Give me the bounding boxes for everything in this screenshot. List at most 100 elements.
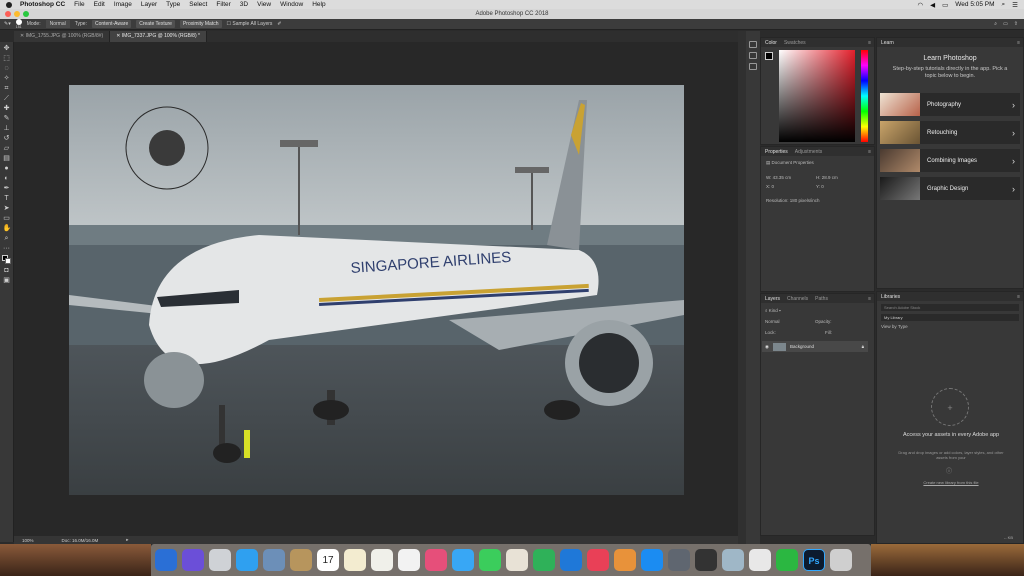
width-value[interactable]: W: 43.35 cm [766, 175, 791, 180]
blend-mode-select[interactable]: Normal [765, 319, 780, 324]
panel-menu-icon[interactable]: ≡ [868, 40, 871, 46]
menu-image[interactable]: Image [114, 1, 132, 8]
apple-icon[interactable] [6, 1, 12, 8]
tab-layers[interactable]: Layers [765, 296, 780, 302]
workspace-icon[interactable]: ▭ [1003, 21, 1008, 27]
tab-libraries[interactable]: Libraries [881, 294, 900, 300]
tab-img-1755[interactable]: ✕ IMG_1755.JPG @ 100% (RGB/8#) [14, 31, 111, 42]
info-icon[interactable]: ⓘ [946, 466, 952, 475]
battery-icon[interactable]: ▭ [942, 1, 948, 9]
minimize-window-icon[interactable] [14, 11, 20, 17]
fill-label[interactable]: Fill: [825, 330, 832, 335]
dock-app-icon[interactable] [614, 549, 636, 571]
proximity-match-button[interactable]: Proximity Match [179, 20, 222, 28]
vertical-scrollbar[interactable] [738, 31, 746, 544]
quick-select-tool-icon[interactable]: ✧ [3, 75, 11, 83]
hue-slider[interactable] [861, 50, 868, 142]
tab-properties[interactable]: Properties [765, 149, 788, 155]
zoom-tool-icon[interactable]: ⌕ [3, 235, 11, 243]
dock-app-icon[interactable] [668, 549, 690, 571]
dock-app-icon[interactable] [587, 549, 609, 571]
pen-tool-icon[interactable]: ✒ [3, 185, 11, 193]
menu-type[interactable]: Type [166, 1, 180, 8]
opacity-label[interactable]: Opacity: [815, 319, 832, 324]
dock-app-icon[interactable] [398, 549, 420, 571]
brush-settings-icon[interactable] [749, 52, 757, 59]
learn-topic-combining-images[interactable]: Combining Images › [880, 149, 1020, 172]
volume-icon[interactable]: ◀ [930, 1, 935, 9]
canvas-area[interactable]: SINGAPORE AIRLINES [14, 42, 738, 536]
learn-topic-retouching[interactable]: Retouching › [880, 121, 1020, 144]
tab-channels[interactable]: Channels [787, 296, 808, 302]
spotlight-icon[interactable]: ⌕ [1002, 1, 1006, 9]
sample-all-layers-checkbox[interactable]: ☐ Sample All Layers [227, 21, 273, 27]
menu-filter[interactable]: Filter [216, 1, 230, 8]
move-tool-icon[interactable]: ✥ [3, 45, 11, 53]
blur-tool-icon[interactable]: ● [3, 165, 11, 173]
dock-app-icon[interactable] [182, 549, 204, 571]
dock-app-icon[interactable] [560, 549, 582, 571]
menu-select[interactable]: Select [189, 1, 207, 8]
share-icon[interactable]: ⇧ [1014, 21, 1018, 27]
tab-color[interactable]: Color [765, 40, 777, 46]
paragraph-panel-icon[interactable] [749, 63, 757, 70]
dock-app-icon[interactable] [209, 549, 231, 571]
library-search-input[interactable]: Search Adobe Stock [881, 304, 1019, 311]
lasso-tool-icon[interactable]: ◌ [3, 65, 11, 73]
dock-app-icon[interactable] [776, 549, 798, 571]
calendar-app-icon[interactable]: 17 [317, 549, 339, 571]
pressure-icon[interactable]: ✐ [277, 21, 281, 27]
library-select[interactable]: My Library [881, 314, 1019, 321]
learn-topic-graphic-design[interactable]: Graphic Design › [880, 177, 1020, 200]
panel-menu-icon[interactable]: ≡ [1017, 40, 1020, 46]
color-swatches-icon[interactable] [1, 255, 12, 265]
healing-brush-tool-icon[interactable]: ✎▾ [4, 21, 11, 27]
menu-window[interactable]: Window [280, 1, 303, 8]
dock-app-icon[interactable] [236, 549, 258, 571]
menu-3d[interactable]: 3D [240, 1, 248, 8]
panel-menu-icon[interactable]: ≡ [868, 149, 871, 155]
tab-learn[interactable]: Learn [881, 40, 894, 46]
history-brush-icon[interactable]: ↺ [3, 135, 11, 143]
create-texture-button[interactable]: Create Texture [136, 20, 175, 28]
layer-row-background[interactable]: ◉ Background 🔒︎ [762, 341, 868, 352]
color-field[interactable] [779, 50, 855, 142]
height-value[interactable]: H: 28.9 cm [816, 175, 838, 180]
dodge-tool-icon[interactable]: ◐ [3, 175, 11, 183]
foreground-swatch[interactable] [765, 52, 773, 60]
brush-preset-picker[interactable]: 151 [15, 19, 22, 29]
dock-app-icon[interactable] [506, 549, 528, 571]
visibility-eye-icon[interactable]: ◉ [765, 344, 769, 350]
dock-app-icon[interactable] [344, 549, 366, 571]
photoshop-app-icon[interactable]: Ps [803, 549, 825, 571]
stamp-tool-icon[interactable]: ⊥ [3, 125, 11, 133]
dock-app-icon[interactable] [641, 549, 663, 571]
type-tool-icon[interactable]: T [3, 195, 11, 203]
wifi-icon[interactable]: ◠ [917, 1, 923, 9]
eraser-tool-icon[interactable]: ▱ [3, 145, 11, 153]
dock-app-icon[interactable] [155, 549, 177, 571]
menu-layer[interactable]: Layer [141, 1, 157, 8]
lock-icon[interactable]: 🔒︎ [862, 344, 864, 349]
marquee-tool-icon[interactable]: ⬚ [3, 55, 11, 63]
healing-tool-icon[interactable]: ✚ [3, 105, 11, 113]
dock-app-icon[interactable] [425, 549, 447, 571]
close-window-icon[interactable] [5, 11, 11, 17]
rectangle-tool-icon[interactable]: ▭ [3, 215, 11, 223]
panel-menu-icon[interactable]: ≡ [868, 296, 871, 302]
history-panel-icon[interactable] [749, 41, 757, 48]
layer-filter-kind[interactable]: ⌕ Kind ▾ [765, 308, 781, 313]
brush-tool-icon[interactable]: ✎ [3, 115, 11, 123]
doc-size[interactable]: Doc: 16.0M/16.0M [62, 538, 99, 543]
screen-mode-icon[interactable]: ▣ [3, 277, 11, 285]
menu-view[interactable]: View [257, 1, 271, 8]
status-arrow-icon[interactable]: ▸ [126, 537, 128, 543]
dock-app-icon[interactable] [263, 549, 285, 571]
menu-file[interactable]: File [74, 1, 84, 8]
document-image[interactable]: SINGAPORE AIRLINES [69, 85, 684, 495]
learn-topic-photography[interactable]: Photography › [880, 93, 1020, 116]
panel-menu-icon[interactable]: ≡ [1017, 294, 1020, 300]
y-value[interactable]: Y: 0 [816, 184, 824, 189]
content-aware-button[interactable]: Content-Aware [91, 20, 132, 28]
tab-swatches[interactable]: Swatches [784, 40, 806, 46]
